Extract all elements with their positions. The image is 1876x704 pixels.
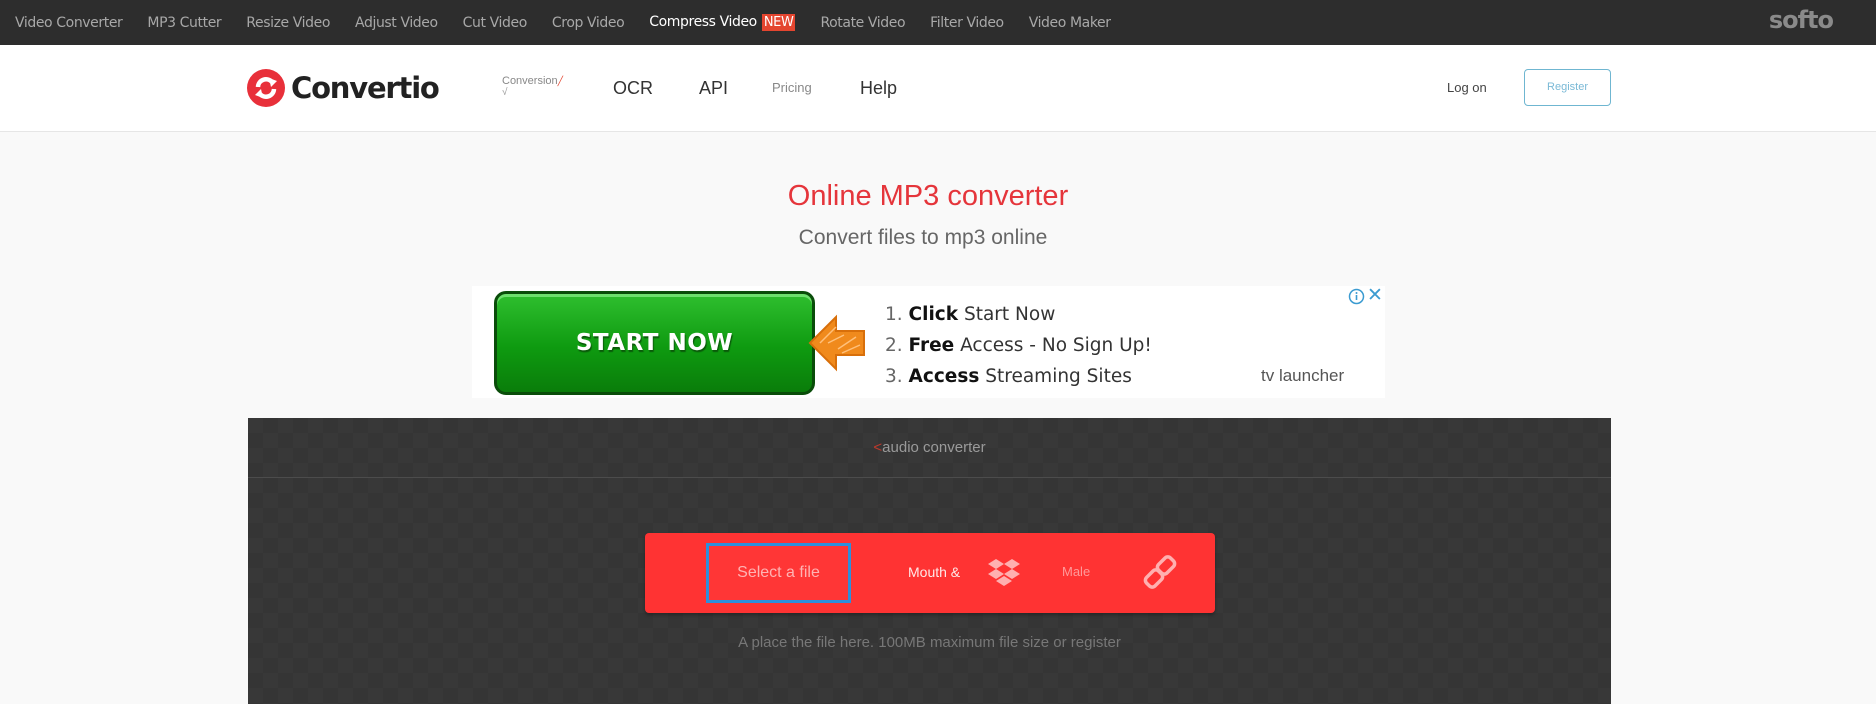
softo-logo[interactable]: softo (1769, 6, 1834, 34)
link-icon[interactable] (1142, 554, 1178, 590)
top-link-rotate-video[interactable]: Rotate Video (820, 15, 905, 31)
top-link-compress-label: Compress Video (649, 14, 757, 30)
nav-conversion-label: Conversion (502, 75, 558, 87)
top-link-mp3-cutter[interactable]: MP3 Cutter (147, 15, 221, 31)
top-links: Video Converter MP3 Cutter Resize Video … (15, 0, 1136, 45)
converter-heading-label: audio converter (882, 439, 986, 456)
dropbox-icon[interactable] (987, 558, 1021, 588)
info-icon[interactable] (1348, 288, 1365, 305)
ad-start-now-button[interactable]: START NOW (494, 291, 815, 395)
new-badge: NEW (761, 14, 796, 31)
top-bar: Video Converter MP3 Cutter Resize Video … (0, 0, 1876, 45)
advertisement: START NOW 1. Click Start Now 2. Free Acc… (472, 286, 1385, 398)
converter-panel: <audio converter Select a file Mouth & M… (248, 418, 1611, 704)
page-subtitle: Convert files to mp3 online (798, 226, 1048, 249)
nav-conversion-mark: √ (502, 87, 508, 98)
back-arrow-icon: < (873, 439, 883, 456)
top-link-video-converter[interactable]: Video Converter (15, 15, 123, 31)
nav-conversion[interactable]: Conversion╱ √ (502, 75, 564, 99)
male-source-button[interactable]: Male (1062, 564, 1090, 579)
top-link-crop-video[interactable]: Crop Video (552, 15, 625, 31)
register-button[interactable]: Register (1524, 69, 1611, 106)
top-link-cut-video[interactable]: Cut Video (463, 15, 528, 31)
top-link-resize-video[interactable]: Resize Video (246, 15, 330, 31)
top-link-video-maker[interactable]: Video Maker (1029, 15, 1111, 31)
convert-arrows-icon (247, 69, 285, 107)
arrow-left-icon (808, 314, 865, 372)
chevron-down-icon: ╱ (557, 76, 564, 86)
drop-hint: A place the file here. 100MB maximum fil… (738, 634, 1121, 651)
close-icon[interactable]: ✕ (1367, 286, 1383, 305)
site-header: Convertio Conversion╱ √ OCR API Pricing … (0, 45, 1876, 132)
ad-steps: 1. Click Start Now 2. Free Access - No S… (885, 299, 1152, 392)
nav-api[interactable]: API (699, 78, 728, 99)
ad-step: 1. Click Start Now (885, 304, 1056, 325)
top-link-filter-video[interactable]: Filter Video (930, 15, 1004, 31)
nav-ocr[interactable]: OCR (613, 78, 653, 99)
page-title: Online MP3 converter (787, 180, 1069, 212)
nav-pricing[interactable]: Pricing (772, 80, 812, 95)
ad-start-now-label: START NOW (575, 330, 734, 356)
mouth-source-button[interactable]: Mouth & (908, 564, 960, 580)
ad-brand[interactable]: tv launcher (1261, 366, 1344, 386)
logo-text: Convertio (291, 71, 440, 105)
login-link[interactable]: Log on (1447, 80, 1487, 95)
ad-step: 2. Free Access - No Sign Up! (885, 335, 1152, 356)
top-link-compress-video[interactable]: Compress Video NEW (649, 14, 796, 31)
top-link-adjust-video[interactable]: Adjust Video (355, 15, 438, 31)
select-file-button[interactable]: Select a file (706, 543, 851, 603)
nav-help[interactable]: Help (860, 78, 897, 99)
upload-bar: Select a file Mouth & Male (645, 533, 1215, 613)
ad-step: 3. Access Streaming Sites (885, 366, 1132, 387)
convertio-logo[interactable]: Convertio (247, 69, 440, 107)
converter-heading: <audio converter (248, 418, 1611, 478)
